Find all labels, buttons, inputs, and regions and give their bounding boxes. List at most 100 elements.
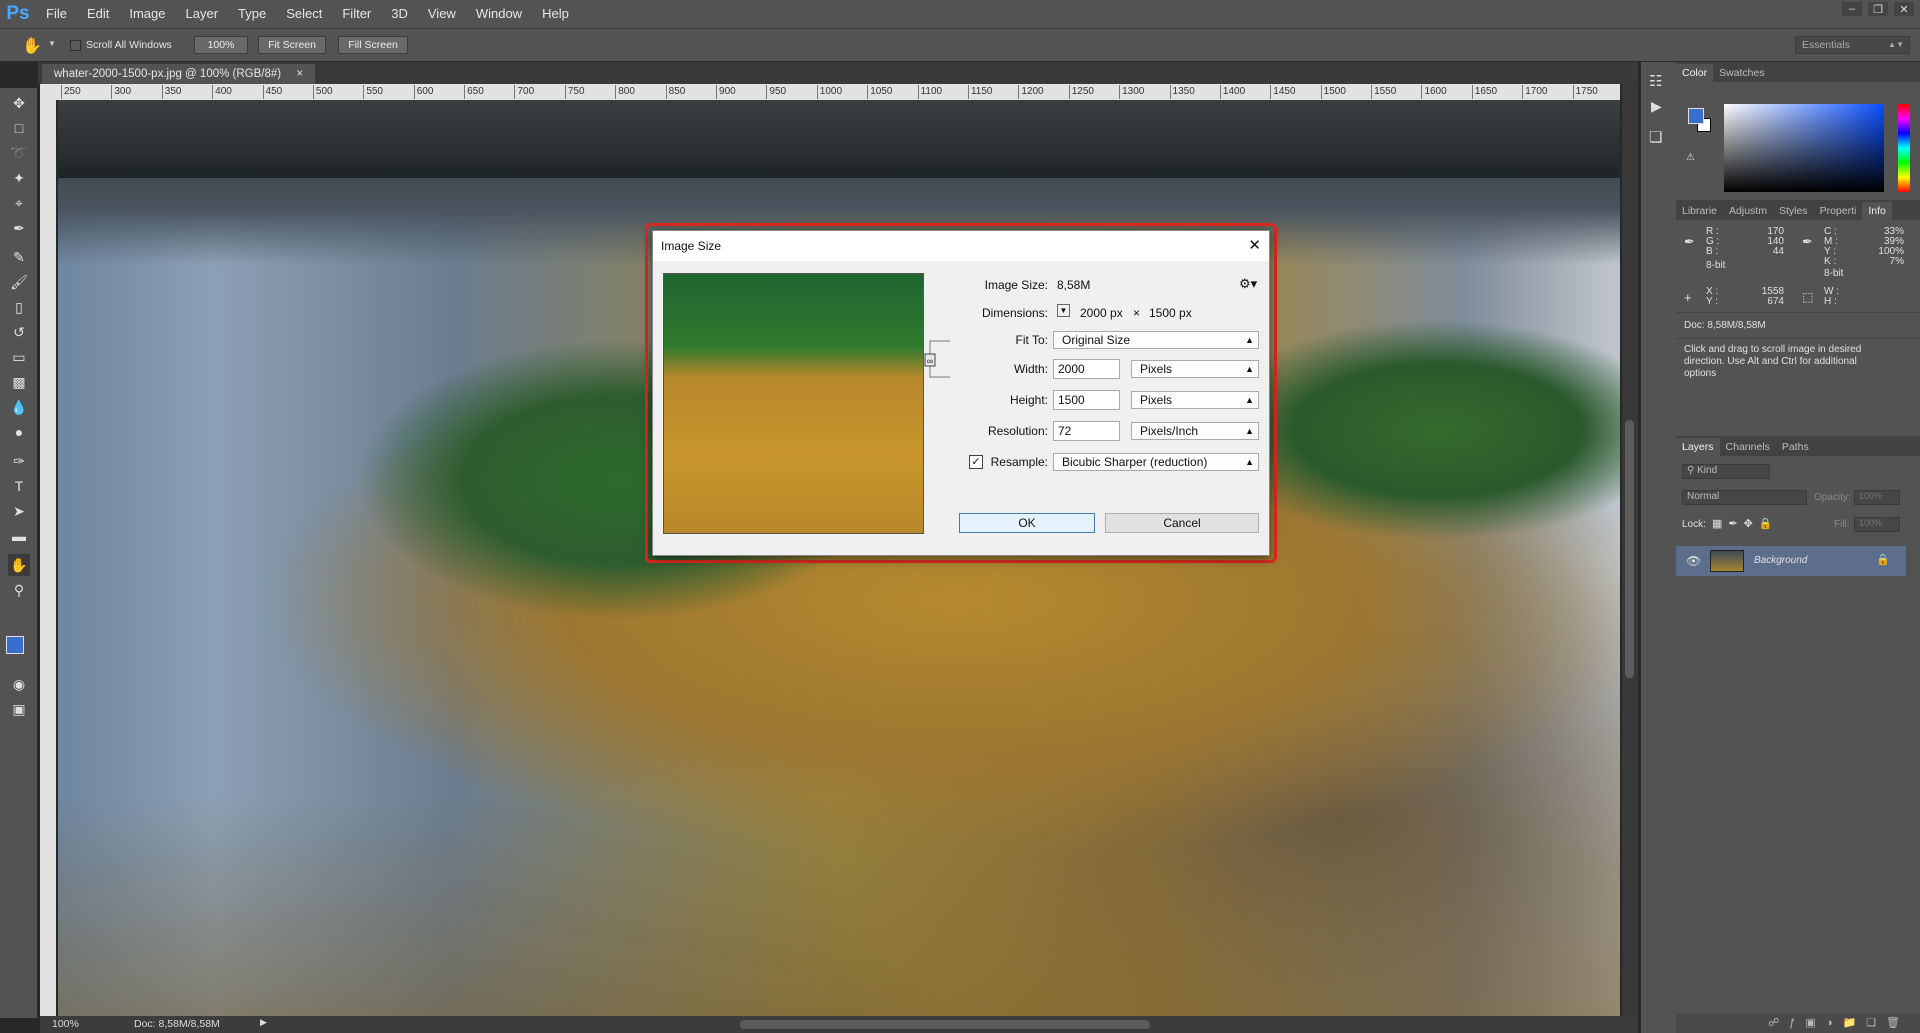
cancel-button[interactable]: Cancel [1105, 513, 1259, 533]
menu-edit[interactable]: Edit [77, 0, 119, 28]
magic-wand-tool-icon[interactable]: ✦ [8, 167, 30, 189]
path-selection-tool-icon[interactable]: ➤ [8, 500, 30, 522]
fit-to-select[interactable]: Original Size ▲ [1053, 331, 1259, 349]
foreground-color-swatch[interactable] [6, 636, 24, 654]
menu-3d[interactable]: 3D [381, 0, 418, 28]
move-tool-icon[interactable]: ✥ [8, 92, 30, 114]
options-bar: ✋ ▼ Scroll All Windows 100% Fit Screen F… [0, 28, 1920, 62]
menu-window[interactable]: Window [466, 0, 532, 28]
zoom-100-button[interactable]: 100% [194, 36, 248, 54]
lasso-tool-icon[interactable]: ➰ [8, 142, 30, 164]
actions-panel-icon[interactable]: ▶ [1651, 98, 1662, 115]
ruler-tick-label: 1350 [1169, 85, 1195, 99]
resample-select[interactable]: Bicubic Sharper (reduction) ▲ [1053, 453, 1259, 471]
close-window-button[interactable]: ✕ [1894, 2, 1914, 16]
ruler-tick-label: 1300 [1119, 85, 1144, 99]
width-input[interactable]: 2000 [1053, 359, 1120, 379]
brush-tool-icon[interactable]: 🖌 [8, 271, 30, 293]
menu-type[interactable]: Type [228, 0, 276, 28]
menu-filter[interactable]: Filter [332, 0, 381, 28]
menu-layer[interactable]: Layer [176, 0, 229, 28]
fill-input[interactable]: 100% [1854, 517, 1900, 532]
eyedropper-tool-icon[interactable]: ✒ [8, 217, 30, 239]
width-unit-select[interactable]: Pixels ▲ [1131, 360, 1259, 378]
layer-filter-select[interactable]: ⚲ Kind [1682, 464, 1770, 479]
horizontal-scroll-thumb[interactable] [740, 1020, 1150, 1029]
ruler-tick-label: 1550 [1371, 85, 1396, 99]
ruler-origin[interactable] [40, 84, 58, 100]
eraser-tool-icon[interactable]: ▭ [8, 346, 30, 368]
image-preview[interactable] [663, 273, 924, 534]
layers-footer-icons[interactable]: ☍ƒ▣◑📁❏🗑 [1676, 1014, 1920, 1033]
menu-file[interactable]: File [36, 0, 77, 28]
menu-select[interactable]: Select [276, 0, 332, 28]
zoom-tool-icon[interactable]: ⚲ [8, 579, 30, 601]
ruler-tick-label: 350 [161, 85, 181, 99]
quick-mask-icon[interactable]: ◉ [8, 673, 30, 695]
width-label: Width: [1013, 362, 1048, 376]
dimensions-unit-dropdown-icon[interactable]: ▼ [1057, 304, 1070, 317]
scroll-all-windows-checkbox[interactable] [70, 40, 81, 51]
workspace-label: Essentials [1802, 39, 1850, 51]
ok-button[interactable]: OK [959, 513, 1095, 533]
svg-text:∞: ∞ [927, 356, 933, 366]
dodge-tool-icon[interactable]: ● [8, 421, 30, 443]
tool-presets-icon[interactable]: ❏ [1649, 128, 1662, 146]
settings-gear-icon[interactable]: ⚙▾ [1239, 276, 1257, 292]
blend-mode-select[interactable]: Normal [1682, 490, 1807, 505]
vertical-scrollbar[interactable] [1622, 84, 1638, 1016]
dimensions-height: 1500 px [1149, 306, 1192, 320]
layer-visibility-icon[interactable]: 👁 [1686, 554, 1701, 568]
dialog-close-icon[interactable]: ✕ [1248, 231, 1261, 261]
resolution-label: Resolution: [987, 424, 1048, 438]
ruler-tick-label: 700 [514, 85, 534, 99]
ruler-tick-label: 1000 [816, 85, 842, 99]
height-unit-select[interactable]: Pixels ▲ [1131, 391, 1259, 409]
ruler-tick-label: 300 [111, 85, 131, 99]
gradient-tool-icon[interactable]: ▩ [8, 371, 30, 393]
blur-tool-icon[interactable]: 💧 [8, 396, 30, 418]
dimensions-label: Dimensions: [981, 306, 1048, 320]
clone-stamp-tool-icon[interactable]: ▯ [8, 296, 30, 318]
vertical-scroll-thumb[interactable] [1625, 420, 1634, 678]
restore-button[interactable]: ❐ [1868, 2, 1888, 16]
close-tab-icon[interactable]: × [296, 68, 303, 80]
status-menu-icon[interactable]: ▶ [260, 1017, 267, 1028]
vertical-ruler[interactable] [40, 100, 56, 1016]
hand-tool-icon[interactable]: ✋ [8, 554, 30, 576]
minimize-button[interactable]: – [1842, 2, 1862, 16]
resolution-input[interactable]: 72 [1053, 421, 1120, 441]
layer-row[interactable]: 👁 Background 🔒 [1676, 546, 1906, 576]
hand-tool-icon[interactable]: ✋ [22, 36, 42, 56]
dimensions-x: × [1133, 306, 1141, 320]
menu-view[interactable]: View [418, 0, 466, 28]
constrain-proportions-link[interactable]: ∞ [924, 339, 952, 379]
history-brush-tool-icon[interactable]: ↺ [8, 321, 30, 343]
history-panel-icon[interactable]: ☷ [1649, 72, 1662, 90]
crop-tool-icon[interactable]: ⌖ [8, 192, 30, 214]
type-tool-icon[interactable]: T [8, 475, 30, 497]
workspace-select[interactable]: Essentials ▲▼ [1795, 36, 1910, 54]
lock-icons[interactable]: ▦✒✥🔒 [1712, 517, 1779, 530]
menu-image[interactable]: Image [119, 0, 175, 28]
healing-brush-tool-icon[interactable]: ✎ [8, 246, 30, 268]
tool-preset-chevron-icon[interactable]: ▼ [48, 39, 56, 48]
height-input[interactable]: 1500 [1053, 390, 1120, 410]
resample-checkbox[interactable]: ✓ [969, 455, 983, 469]
image-size-value: 8,58M [1057, 278, 1091, 292]
zoom-level[interactable]: 100% [52, 1018, 79, 1030]
pen-tool-icon[interactable]: ✑ [8, 450, 30, 472]
fit-screen-button[interactable]: Fit Screen [258, 36, 326, 54]
document-tab[interactable]: whater-2000-1500-px.jpg @ 100% (RGB/8#) … [42, 64, 316, 84]
fill-screen-button[interactable]: Fill Screen [338, 36, 408, 54]
horizontal-ruler[interactable]: 250 300 350 400 450 500 550 600 650 700 750 800 850 9… [58, 84, 1620, 100]
rectangle-tool-icon[interactable]: ▬ [8, 525, 30, 547]
document-tab-bar: whater-2000-1500-px.jpg @ 100% (RGB/8#) … [38, 62, 1638, 84]
menu-help[interactable]: Help [532, 0, 579, 28]
screen-mode-icon[interactable]: ▣ [8, 698, 30, 720]
document-tab-title: whater-2000-1500-px.jpg @ 100% (RGB/8#) [54, 68, 282, 80]
marquee-tool-icon[interactable]: □ [8, 117, 30, 139]
resolution-unit-select[interactable]: Pixels/Inch ▲ [1131, 422, 1259, 440]
layer-name[interactable]: Background [1754, 555, 1807, 566]
opacity-input[interactable]: 100% [1854, 490, 1900, 505]
